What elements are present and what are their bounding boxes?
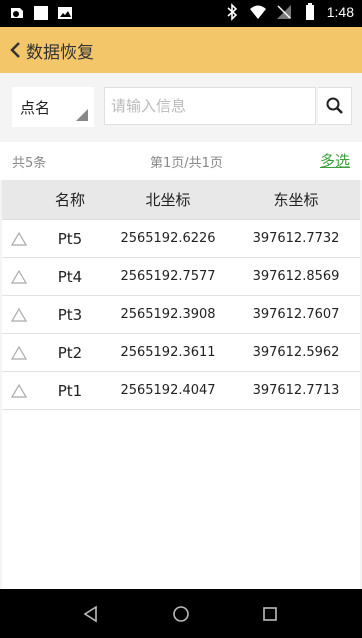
total-count: 共5条 [12,156,47,171]
row-name: Pt5 [57,229,83,248]
app-icon [11,8,23,18]
triangle-icon [11,345,27,360]
row-north: 2565192.4047 [120,383,216,398]
status-bar: 1:48 [0,0,362,27]
search-row: 点名 [0,83,362,129]
table-row[interactable]: Pt4 2565192.7577 397612.8569 [2,258,360,296]
table-header: 名称 北坐标 东坐标 [2,180,360,220]
row-status-cell [2,269,36,284]
back-nav-icon[interactable] [80,603,102,625]
dropdown-corner-icon [76,109,88,121]
table-row[interactable]: Pt3 2565192.3908 397612.7607 [2,296,360,334]
row-north: 2565192.3908 [120,307,216,322]
header-east: 东坐标 [273,191,319,209]
table-row[interactable]: Pt5 2565192.6226 397612.7732 [2,220,360,258]
table-body: Pt5 2565192.6226 397612.7732 Pt4 2565192.757… [2,220,360,410]
row-east: 397612.8569 [252,269,340,284]
multi-select-link[interactable]: 多选 [320,150,350,171]
row-status-cell [2,231,36,246]
row-name: Pt3 [57,305,83,324]
row-status-cell [2,345,36,360]
table-row[interactable]: Pt1 2565192.4047 397612.7713 [2,372,360,410]
triangle-icon [11,269,27,284]
row-north: 2565192.7577 [120,269,216,284]
home-nav-icon[interactable] [170,603,192,625]
image-icon [58,7,72,19]
page-title: 数据恢复 [26,42,94,63]
row-east: 397612.5962 [252,345,340,360]
row-name: Pt4 [57,267,83,286]
row-north: 2565192.6226 [120,231,216,246]
info-bar: 共5条 第1页/共1页 多选 [0,142,362,180]
triangle-icon [11,383,27,398]
chevron-left-icon [10,42,20,58]
header-name: 名称 [54,191,85,209]
status-time: 1:48 [326,4,354,20]
wifi-icon [249,5,266,19]
field-select[interactable]: 点名 [12,87,94,127]
bluetooth-icon [227,3,237,21]
row-status-cell [2,383,36,398]
no-signal-icon [276,5,291,19]
row-east: 397612.7732 [252,231,340,246]
navigation-bar [0,589,362,638]
row-east: 397612.7713 [252,383,340,398]
header-north: 北坐标 [145,191,191,209]
table-row[interactable]: Pt2 2565192.3611 397612.5962 [2,334,360,372]
recents-nav-icon[interactable] [259,603,281,625]
battery-icon [305,3,314,20]
field-select-value: 点名 [20,99,51,117]
row-north: 2565192.3611 [120,345,216,360]
points-table: 名称 北坐标 东坐标 Pt5 2565192.6226 397612.7732 Pt4… [2,180,360,589]
app-bar: 数据恢复 [0,27,362,73]
row-status-cell [2,307,36,322]
search-input[interactable] [104,87,316,125]
search-icon [326,97,343,114]
row-east: 397612.7607 [252,307,340,322]
row-name: Pt2 [57,343,83,362]
page-indicator: 第1页/共1页 [150,156,223,171]
triangle-icon [11,231,27,246]
back-button[interactable] [4,27,26,73]
search-button[interactable] [318,87,352,125]
square-icon [34,6,48,20]
row-name: Pt1 [57,381,83,400]
triangle-icon [11,307,27,322]
